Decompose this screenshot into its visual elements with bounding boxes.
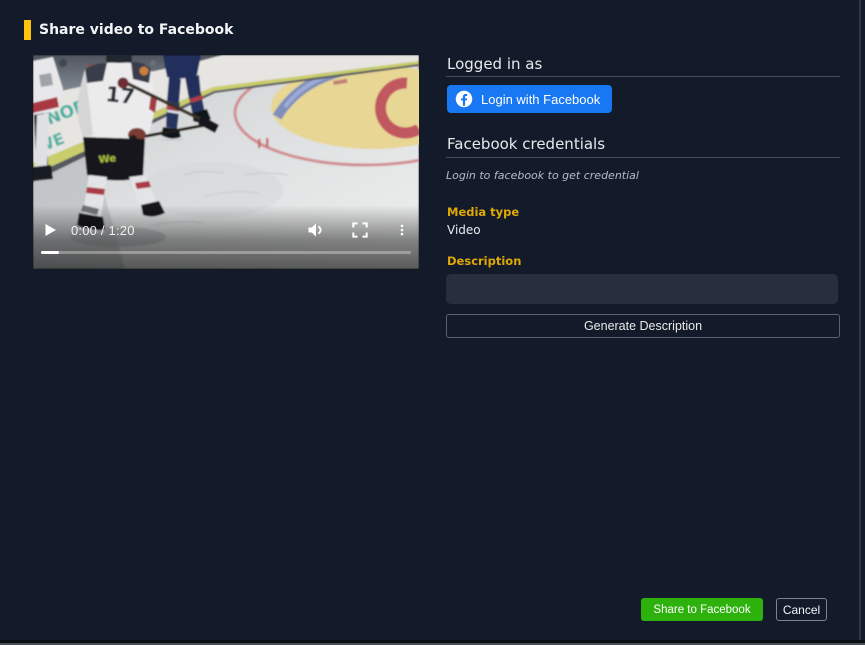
time-display: 0:00 / 1:20 [71,223,135,238]
page-title: Share video to Facebook [39,20,233,40]
login-section-divider [446,76,840,77]
play-icon [41,221,59,239]
description-input[interactable] [446,274,838,304]
play-button[interactable] [41,221,59,239]
video-player[interactable]: NORD WE 12AMG [33,55,419,269]
fullscreen-icon [350,220,370,240]
window-right-edge [859,0,861,645]
video-control-bar: 0:00 / 1:20 [33,216,419,244]
generate-description-button[interactable]: Generate Description [446,314,840,338]
volume-icon [306,220,326,240]
facebook-credentials-heading: Facebook credentials [447,135,605,153]
fullscreen-button[interactable] [350,220,370,240]
login-with-facebook-label: Login with Facebook [481,92,600,107]
share-to-facebook-button[interactable]: Share to Facebook [641,598,763,621]
video-progress-played [41,251,59,254]
pants-logo-text: We [98,153,117,166]
media-type-label: Media type [447,205,519,219]
description-label: Description [447,254,521,268]
cancel-button[interactable]: Cancel [776,598,827,621]
login-with-facebook-button[interactable]: Login with Facebook [447,85,612,113]
volume-button[interactable] [306,220,326,240]
logged-in-as-heading: Logged in as [447,55,542,73]
title-accent-bar [24,20,31,40]
media-type-value: Video [447,223,481,237]
video-progress-bar[interactable] [41,251,411,254]
facebook-icon [455,90,473,108]
credentials-section-divider [446,157,840,158]
page-header: Share video to Facebook [24,20,233,40]
more-options-icon [395,220,409,240]
more-options-button[interactable] [395,220,409,240]
credentials-hint: Login to facebook to get credential [446,169,639,182]
